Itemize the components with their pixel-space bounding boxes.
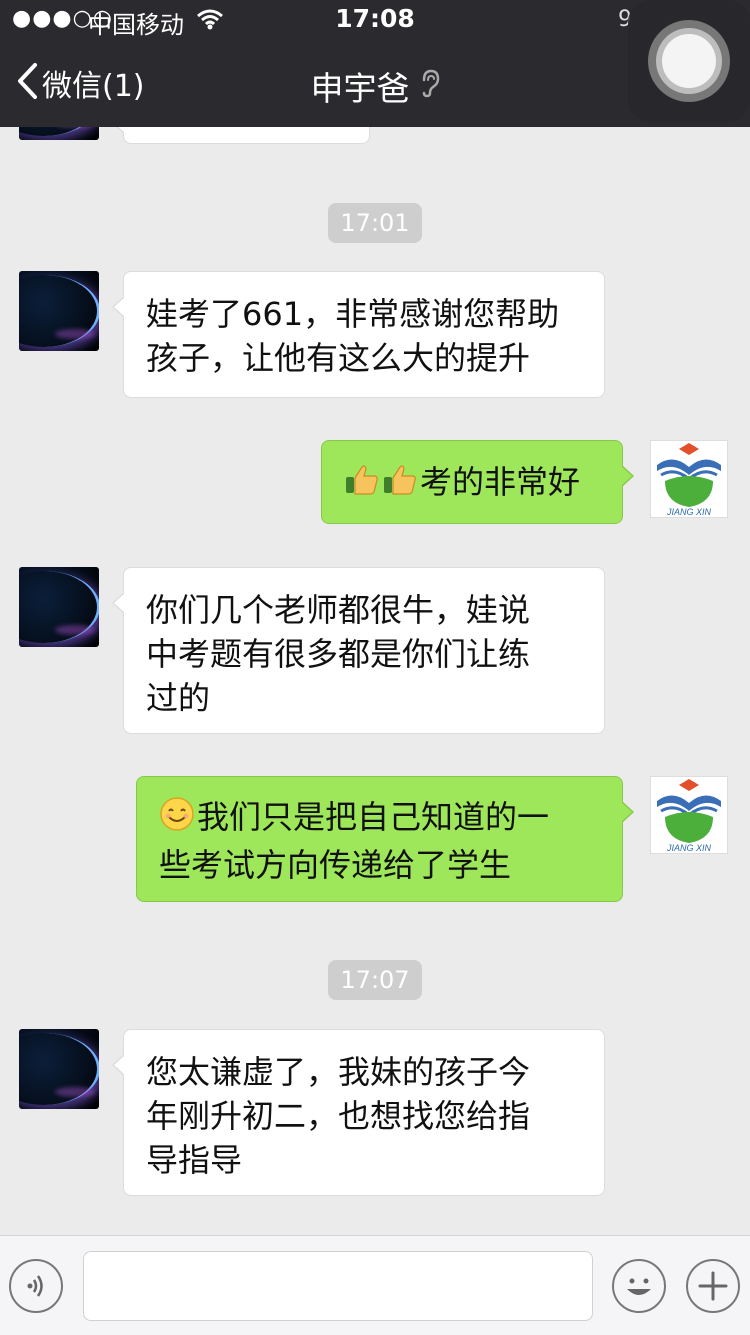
message-text: 孩子，让他有这么大的提升 bbox=[146, 339, 531, 377]
input-bar bbox=[0, 1235, 750, 1335]
self-avatar[interactable]: JIANG XIN bbox=[650, 776, 728, 854]
svg-text:JIANG XIN: JIANG XIN bbox=[666, 843, 712, 853]
smile-icon bbox=[159, 796, 195, 843]
message-text: 娃考了661，非常感谢您帮助 bbox=[146, 295, 560, 333]
assistive-touch-button[interactable] bbox=[628, 0, 750, 122]
message-text: 中考题有很多都是你们让练 bbox=[146, 635, 531, 673]
plus-icon bbox=[698, 1271, 728, 1301]
more-button[interactable] bbox=[686, 1259, 740, 1313]
message-text: 导指导 bbox=[146, 1141, 243, 1179]
top-bar: ●●●○○ 中国移动 17:08 9 微信(1) 申宇爸 bbox=[0, 0, 750, 127]
jiangxin-logo-icon: JIANG XIN bbox=[657, 443, 721, 517]
message-text: 年刚升初二，也想找您给指 bbox=[146, 1097, 531, 1135]
contact-avatar[interactable] bbox=[19, 271, 99, 351]
voice-button[interactable] bbox=[9, 1259, 63, 1313]
message-bubble-received[interactable]: 您太谦虚了，我妹的孩子今 年刚升初二，也想找您给指 导指导 bbox=[112, 1029, 605, 1196]
message-text: 考的非常好 bbox=[420, 463, 581, 501]
thumbs-up-icon bbox=[382, 461, 418, 508]
contact-avatar[interactable] bbox=[19, 127, 99, 140]
self-avatar[interactable]: JIANG XIN bbox=[650, 440, 728, 518]
message-bubble-sent[interactable]: 考的非常好 bbox=[321, 440, 634, 524]
contact-avatar[interactable] bbox=[19, 567, 99, 647]
message-text: 过的 bbox=[146, 679, 211, 717]
voice-icon bbox=[27, 1275, 43, 1297]
message-bubble-received[interactable]: 娃考了661，非常感谢您帮助 孩子，让他有这么大的提升 bbox=[112, 271, 605, 398]
svg-text:JIANG XIN: JIANG XIN bbox=[666, 507, 712, 517]
timestamp: 17:01 bbox=[0, 203, 750, 243]
message-bubble-sent[interactable]: 我们只是把自己知道的一 些考试方向传递给了学生 bbox=[136, 776, 634, 902]
jiangxin-logo-icon: JIANG XIN bbox=[657, 779, 721, 853]
message-text: 你们几个老师都很牛，娃说 bbox=[146, 591, 531, 629]
timestamp: 17:07 bbox=[0, 960, 750, 1000]
message-input[interactable] bbox=[83, 1251, 593, 1321]
thumbs-up-icon bbox=[344, 461, 380, 508]
message-text: 您太谦虚了，我妹的孩子今 bbox=[146, 1053, 531, 1091]
ear-icon bbox=[420, 67, 440, 106]
contact-avatar[interactable] bbox=[19, 1029, 99, 1109]
contact-name: 申宇爸 bbox=[310, 69, 410, 108]
message-bubble-received[interactable]: 你们几个老师都很牛，娃说 中考题有很多都是你们让练 过的 bbox=[112, 567, 605, 734]
chat-history[interactable]: 17:01 娃考了661，非常感谢您帮助 孩子，让他有这么大的提升 考的非常好 bbox=[0, 127, 750, 1235]
smiley-icon bbox=[627, 1278, 651, 1295]
emoji-button[interactable] bbox=[612, 1259, 666, 1313]
message-text: 些考试方向传递给了学生 bbox=[159, 846, 512, 884]
message-text: 我们只是把自己知道的一 bbox=[197, 798, 550, 836]
message-bubble-partial[interactable] bbox=[112, 127, 370, 144]
